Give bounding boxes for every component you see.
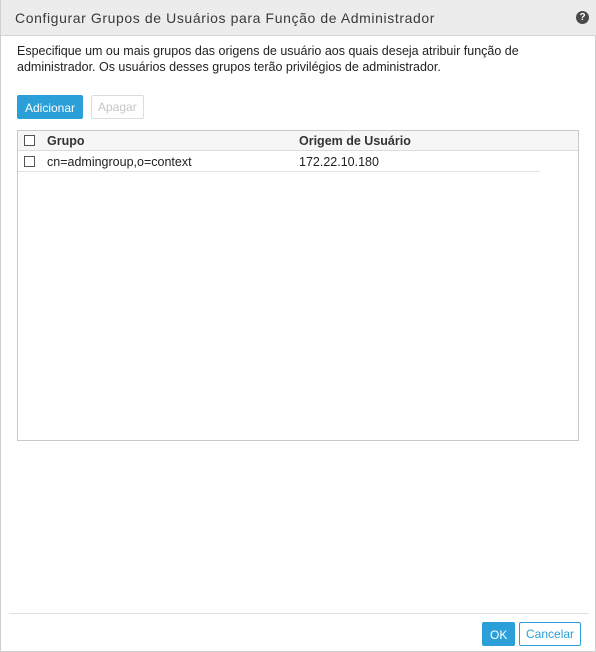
row-user-source-cell: 172.22.10.180 xyxy=(299,155,379,169)
dialog-title: Configurar Grupos de Usuários para Funçã… xyxy=(15,10,435,26)
add-button[interactable]: Adicionar xyxy=(17,95,84,119)
help-icon[interactable]: ? xyxy=(576,11,589,24)
ok-button[interactable]: OK xyxy=(482,622,516,646)
select-all-checkbox[interactable] xyxy=(24,135,35,146)
table-header: Grupo Origem de Usuário xyxy=(18,131,578,151)
groups-table: Grupo Origem de Usuário cn=admingroup,o=… xyxy=(17,130,579,441)
configure-admin-groups-dialog: Configurar Grupos de Usuários para Funçã… xyxy=(0,0,596,652)
footer-divider xyxy=(9,613,589,614)
row-checkbox[interactable] xyxy=(24,156,35,167)
cancel-button[interactable]: Cancelar xyxy=(519,622,582,646)
row-group-cell: cn=admingroup,o=context xyxy=(47,155,192,169)
dialog-description: Especifique um ou mais grupos das origen… xyxy=(17,44,519,74)
dialog-title-bar: Configurar Grupos de Usuários para Funçã… xyxy=(1,0,596,36)
column-header-group: Grupo xyxy=(47,134,85,148)
delete-button[interactable]: Apagar xyxy=(91,95,144,119)
column-header-user-source: Origem de Usuário xyxy=(299,134,411,148)
table-row[interactable]: cn=admingroup,o=context 172.22.10.180 xyxy=(18,151,540,172)
